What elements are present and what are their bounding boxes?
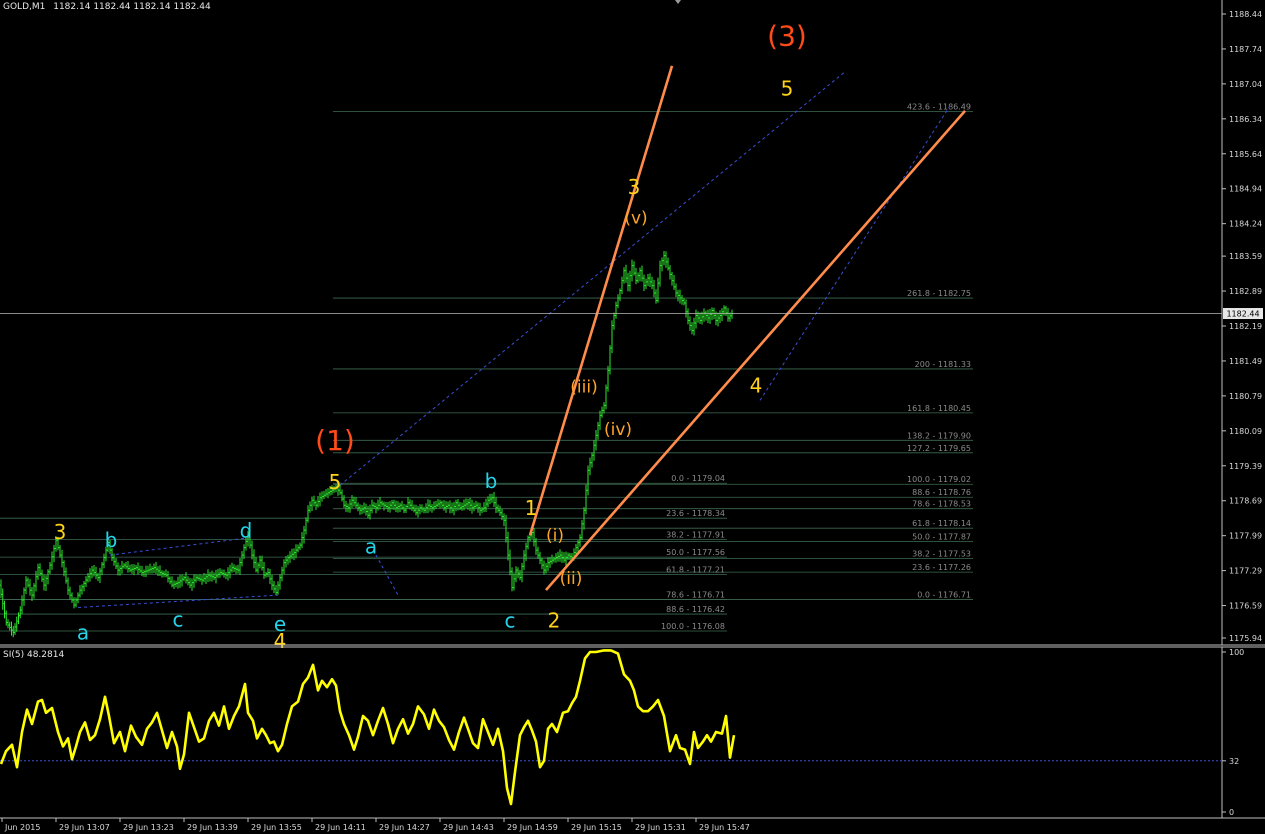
fib-level-label: 88.6 - 1176.42 <box>666 605 725 614</box>
time-tick-label: 29 Jun 14:59 <box>507 823 558 832</box>
fib-level-label: 200 - 1181.33 <box>915 360 971 369</box>
price-tick-label: 1187.74 <box>1229 45 1262 54</box>
fib-level-label: 423.6 - 1186.49 <box>907 102 971 111</box>
price-tick-label: 1184.24 <box>1229 220 1262 229</box>
price-tick-label: 1181.49 <box>1229 357 1262 366</box>
price-tick-label: 1182.19 <box>1229 322 1262 331</box>
fib-level-label: 23.6 - 1177.26 <box>912 563 971 572</box>
fib-level-label: 50.0 - 1177.87 <box>912 533 971 542</box>
fib-level-label: 23.6 - 1178.34 <box>666 509 725 518</box>
price-tick-label: 1177.29 <box>1229 567 1262 576</box>
time-tick-label: 29 Jun 13:39 <box>187 823 238 832</box>
wave-label: (ii) <box>560 569 583 589</box>
fib-level-label: 161.8 - 1180.45 <box>907 404 971 413</box>
wave-label: (iii) <box>570 377 597 397</box>
fib-level-label: 61.8 - 1177.21 <box>666 566 725 575</box>
price-tick-label: 1179.39 <box>1229 462 1262 471</box>
price-tick-label: 1175.94 <box>1229 634 1262 643</box>
price-tick-label: 1187.04 <box>1229 80 1262 89</box>
wave-label: 1 <box>525 496 538 520</box>
time-tick-label: 29 Jun 15:31 <box>635 823 686 832</box>
fib-level-label: 127.2 - 1179.65 <box>907 444 971 453</box>
price-tick-label: 1184.94 <box>1229 185 1262 194</box>
fib-level-label: 38.2 - 1177.91 <box>666 531 725 540</box>
price-tick-label: 1176.59 <box>1229 602 1262 611</box>
wave-label: c <box>173 608 184 632</box>
fib-level-label: 100.0 - 1176.08 <box>661 622 725 631</box>
fib-level-label: 78.6 - 1176.71 <box>666 591 725 600</box>
wave-label: d <box>240 519 253 543</box>
current-price-tag-text: 1182.44 <box>1226 310 1259 319</box>
time-tick-label: 29 Jun 13:55 <box>251 823 302 832</box>
price-tick-label: 1185.64 <box>1229 150 1262 159</box>
wave-label: 5 <box>781 76 794 100</box>
fib-level-label: 61.8 - 1178.14 <box>912 519 971 528</box>
wave-label: a <box>365 535 377 559</box>
fib-level-label: 78.6 - 1178.53 <box>912 500 971 509</box>
price-tick-label: 1180.79 <box>1229 392 1262 401</box>
price-tick-label: 1183.59 <box>1229 252 1262 261</box>
indicator-tick-label: 100 <box>1229 648 1244 657</box>
wave-label: b <box>105 528 118 552</box>
wave-label: c <box>505 609 516 633</box>
wave-label: (3) <box>767 19 807 52</box>
fib-level-label: 50.0 - 1177.56 <box>666 548 725 557</box>
wave-label: (1) <box>315 424 355 457</box>
indicator-tick-label: 32 <box>1229 757 1239 766</box>
price-tick-label: 1180.09 <box>1229 427 1262 436</box>
price-tick-label: 1186.34 <box>1229 115 1262 124</box>
price-tick-label: 1188.44 <box>1229 10 1262 19</box>
time-tick-label: 29 Jun 15:47 <box>699 823 750 832</box>
wave-label: 3 <box>54 520 67 544</box>
fib-level-label: 138.2 - 1179.90 <box>907 431 971 440</box>
wave-label: 2 <box>548 609 561 633</box>
symbol-header: GOLD,M1 1182.14 1182.44 1182.14 1182.44 <box>3 2 211 12</box>
wave-label: b <box>485 469 498 493</box>
current-price-tag: 1182.44 <box>1223 308 1263 320</box>
fib-level-label: 261.8 - 1182.75 <box>907 289 971 298</box>
wave-label: a <box>77 621 89 645</box>
fib-level-label: 38.2 - 1177.53 <box>912 550 971 559</box>
price-tick-label: 1177.99 <box>1229 532 1262 541</box>
trading-chart[interactable]: 423.6 - 1186.49 261.8 - 1182.75 200 - 1181… <box>0 0 1265 834</box>
wave-label: (v) <box>624 209 647 229</box>
wave-label: 4 <box>750 373 763 397</box>
price-tick-label: 1178.69 <box>1229 497 1262 506</box>
wave-label: 5 <box>329 470 342 494</box>
wave-label: 4 <box>274 629 287 653</box>
wave-label: (iv) <box>604 420 632 440</box>
wave-label: (i) <box>546 526 564 546</box>
time-tick-label: 29 Jun 14:11 <box>315 823 366 832</box>
time-tick-label: Jun 2015 <box>4 823 40 832</box>
fib-level-label: 0.0 - 1179.04 <box>671 474 725 483</box>
indicator-header: SI(5) 48.2814 <box>3 650 64 660</box>
time-tick-label: 29 Jun 15:15 <box>571 823 622 832</box>
time-tick-label: 29 Jun 14:27 <box>379 823 430 832</box>
wave-label: 3 <box>628 175 641 199</box>
symbol-label: GOLD,M1 <box>3 2 45 12</box>
time-tick-label: 29 Jun 13:23 <box>123 823 174 832</box>
fib-level-label: 0.0 - 1176.71 <box>917 591 971 600</box>
time-tick-label: 29 Jun 13:07 <box>59 823 110 832</box>
price-tick-label: 1182.89 <box>1229 287 1262 296</box>
indicator-tick-label: 0 <box>1229 808 1234 817</box>
ohlc-values: 1182.14 1182.44 1182.14 1182.44 <box>53 2 211 12</box>
fib-level-label: 88.6 - 1178.76 <box>912 488 971 497</box>
time-tick-label: 29 Jun 14:43 <box>443 823 494 832</box>
fib-level-label: 100.0 - 1179.02 <box>907 475 971 484</box>
